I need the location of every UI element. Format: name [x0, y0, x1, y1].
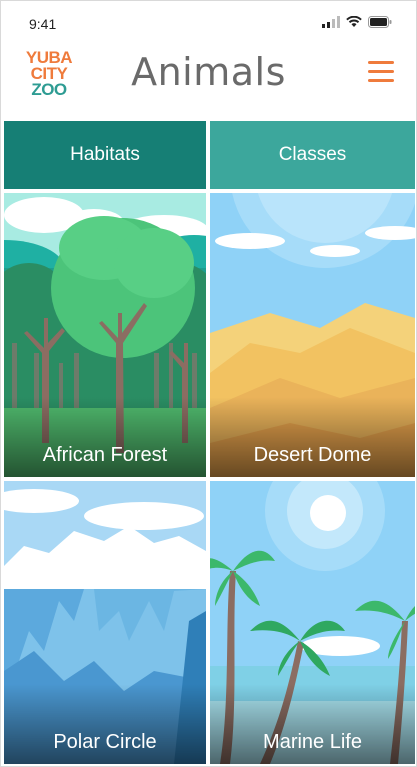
- tab-classes-label: Classes: [278, 144, 347, 165]
- tab-habitats[interactable]: Habitats: [4, 121, 206, 189]
- status-time: 9:41: [29, 16, 57, 32]
- tab-habitats-label: Habitats: [70, 144, 140, 165]
- habitat-label: Marine Life: [263, 731, 362, 753]
- habitat-label: Polar Circle: [53, 731, 157, 753]
- status-icons: [322, 14, 392, 30]
- status-bar: 9:41: [1, 1, 416, 41]
- hamburger-menu-icon[interactable]: [368, 61, 394, 83]
- battery-icon: [368, 16, 392, 28]
- habitat-tile-polar-circle[interactable]: Polar Circle: [4, 481, 206, 764]
- habitat-label: Desert Dome: [253, 444, 372, 466]
- wifi-icon: [346, 16, 362, 27]
- app-header: YUBA CITY ZOO Animals: [1, 41, 416, 111]
- habitat-tile-desert-dome[interactable]: Desert Dome: [210, 193, 415, 477]
- habitat-tile-marine-life[interactable]: Marine Life: [210, 481, 415, 764]
- category-tabs: Habitats Classes: [4, 121, 415, 189]
- habitat-label: African Forest: [42, 444, 168, 466]
- signal-icon: [322, 16, 340, 28]
- page-title: Animals: [131, 50, 286, 94]
- tab-classes[interactable]: Classes: [210, 121, 415, 189]
- phone-frame: 9:41 YUBA CITY ZOO Animals Habitats Clas…: [0, 0, 417, 767]
- habitat-tile-african-forest[interactable]: African Forest: [4, 193, 206, 477]
